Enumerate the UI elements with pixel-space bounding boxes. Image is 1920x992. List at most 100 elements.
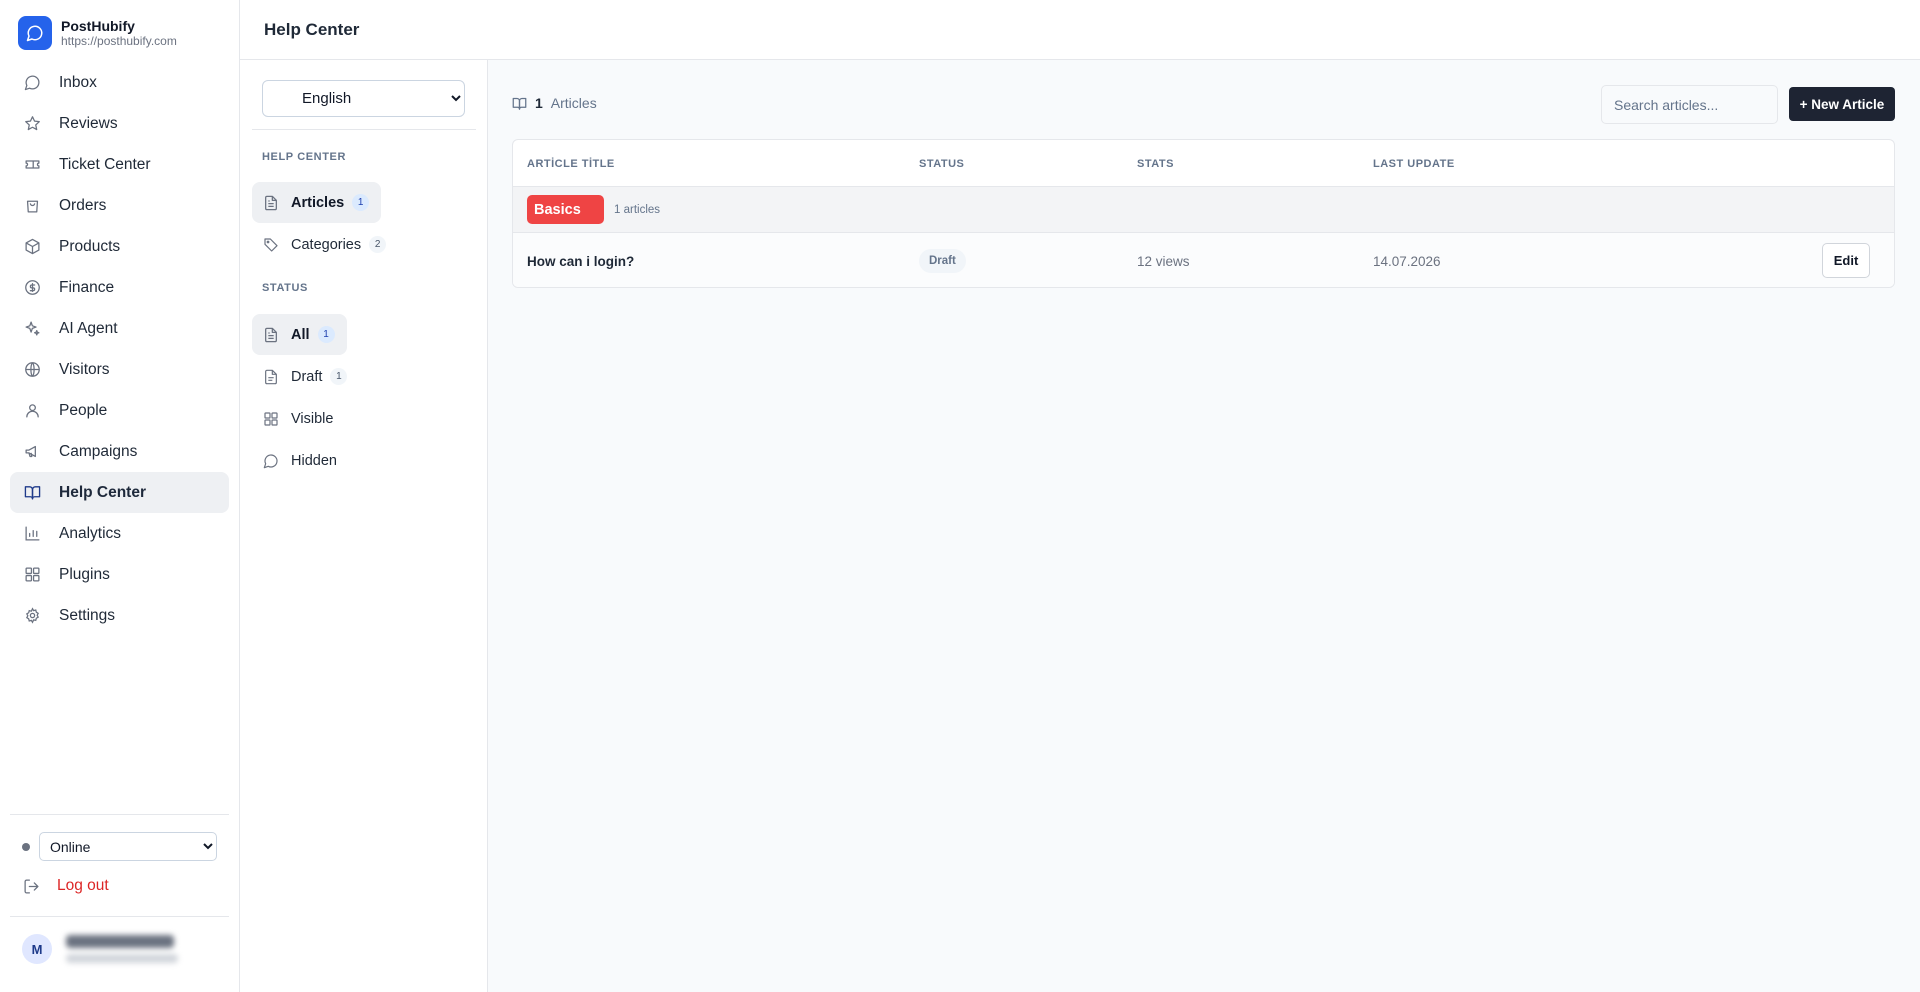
sidebar-item-label: Hidden — [291, 452, 337, 469]
status-select[interactable]: Online — [39, 832, 217, 861]
nav-item-ticket-center[interactable]: Ticket Center — [10, 144, 229, 185]
nav-item-finance[interactable]: Finance — [10, 267, 229, 308]
divider — [252, 129, 476, 130]
table-row[interactable]: How can i login? Draft 12 views 14.07.20… — [513, 233, 1894, 287]
nav-item-settings[interactable]: Settings — [10, 595, 229, 636]
column-header-last-update: LAST UPDATE — [1373, 158, 1455, 170]
nav-item-help-center[interactable]: Help Center — [10, 472, 229, 513]
article-count-label: Articles — [550, 95, 597, 111]
shopping-bag-icon — [23, 197, 41, 215]
category-badge[interactable]: Basics — [527, 195, 604, 224]
nav-item-label: Reviews — [59, 114, 118, 132]
star-icon — [23, 115, 41, 133]
sidebar-item-visible[interactable]: Visible — [252, 398, 345, 439]
nav-item-ai-agent[interactable]: AI Agent — [10, 308, 229, 349]
help-center-sidebar: English HELP CENTER Articles 1 Categorie… — [241, 60, 488, 992]
column-header-title: ARTİCLE TİTLE — [527, 158, 615, 170]
nav-item-analytics[interactable]: Analytics — [10, 513, 229, 554]
nav-item-campaigns[interactable]: Campaigns — [10, 431, 229, 472]
articles-panel: 1 Articles + New Article ARTİCLE TİTLE S… — [488, 60, 1920, 992]
brand-logo-icon — [18, 16, 52, 50]
nav-item-label: Products — [59, 237, 121, 255]
bar-chart-icon — [23, 525, 41, 543]
divider — [10, 916, 229, 917]
message-circle-icon — [263, 453, 279, 469]
nav-item-label: Plugins — [59, 565, 110, 583]
article-count: 1 Articles — [512, 95, 597, 111]
table-header: ARTİCLE TİTLE STATUS STATS LAST UPDATE — [513, 140, 1894, 187]
logout-button[interactable]: Log out — [23, 877, 109, 895]
sidebar-item-label: Visible — [291, 410, 334, 427]
nav-item-people[interactable]: People — [10, 390, 229, 431]
book-open-icon — [23, 484, 41, 502]
package-icon — [23, 238, 41, 256]
nav-item-label: Inbox — [59, 73, 97, 91]
user-profile[interactable]: M — [22, 934, 178, 964]
sidebar-item-label: Articles — [291, 194, 345, 211]
dollar-circle-icon — [23, 279, 41, 297]
sidebar-item-articles[interactable]: Articles 1 — [252, 182, 382, 223]
gear-icon — [23, 607, 41, 625]
sidebar-item-categories[interactable]: Categories 2 — [252, 224, 398, 265]
nav-item-label: AI Agent — [59, 319, 118, 337]
category-group-row: Basics 1 articles — [513, 187, 1894, 233]
availability-status: Online — [22, 832, 217, 861]
blurred-user-info — [66, 935, 178, 963]
nav-item-label: Visitors — [59, 360, 110, 378]
sidebar-item-label: All — [291, 326, 310, 343]
file-icon — [263, 369, 279, 385]
nav-item-reviews[interactable]: Reviews — [10, 103, 229, 144]
page-header: Help Center — [240, 0, 1920, 60]
tag-icon — [263, 237, 279, 253]
article-title[interactable]: How can i login? — [527, 254, 634, 269]
logout-label: Log out — [57, 877, 109, 894]
message-circle-icon — [23, 74, 41, 92]
status-dot-icon — [22, 842, 30, 851]
ticket-icon — [23, 156, 41, 174]
globe-icon — [23, 361, 41, 379]
nav-item-orders[interactable]: Orders — [10, 185, 229, 226]
articles-table: ARTİCLE TİTLE STATUS STATS LAST UPDATE B… — [512, 139, 1895, 288]
nav-item-label: Finance — [59, 278, 115, 296]
column-header-stats: STATS — [1137, 158, 1174, 170]
edit-button[interactable]: Edit — [1822, 243, 1870, 278]
sparkles-icon — [23, 320, 41, 338]
section-heading-help-center: HELP CENTER — [262, 151, 347, 163]
nav-item-plugins[interactable]: Plugins — [10, 554, 229, 595]
sidebar-item-all[interactable]: All 1 — [252, 314, 347, 355]
book-open-icon — [512, 96, 527, 111]
nav-item-visitors[interactable]: Visitors — [10, 349, 229, 390]
nav-item-label: Settings — [59, 606, 116, 624]
language-select[interactable]: English — [262, 80, 465, 117]
count-badge: 1 — [352, 194, 370, 211]
nav-item-label: Ticket Center — [59, 155, 151, 173]
nav-item-products[interactable]: Products — [10, 226, 229, 267]
brand[interactable]: PostHubify https://posthubify.com — [18, 16, 177, 50]
grid-icon — [263, 411, 279, 427]
sidebar-item-label: Categories — [291, 236, 362, 253]
sidebar-item-label: Draft — [291, 368, 323, 385]
page-title: Help Center — [264, 20, 360, 39]
file-text-icon — [263, 195, 279, 211]
article-views: 12 views — [1137, 254, 1190, 269]
brand-name: PostHubify — [61, 18, 135, 34]
search-input[interactable] — [1601, 85, 1778, 124]
brand-url: https://posthubify.com — [61, 34, 177, 48]
category-article-count: 1 articles — [614, 204, 661, 216]
nav-item-inbox[interactable]: Inbox — [10, 62, 229, 103]
column-header-status: STATUS — [919, 158, 965, 170]
nav-item-label: Analytics — [59, 524, 122, 542]
sidebar-item-draft[interactable]: Draft 1 — [252, 356, 359, 397]
count-badge: 2 — [369, 236, 387, 253]
file-text-icon — [263, 327, 279, 343]
nav-item-label: Help Center — [59, 483, 146, 501]
nav-item-label: People — [59, 401, 108, 419]
logout-icon — [23, 878, 40, 895]
main-sidebar: PostHubify https://posthubify.com Inbox … — [0, 0, 240, 992]
count-badge: 1 — [317, 326, 335, 343]
megaphone-icon — [23, 443, 41, 461]
sidebar-item-hidden[interactable]: Hidden — [252, 440, 349, 481]
nav-list: Inbox Reviews Ticket Center Orders Produ… — [10, 62, 229, 636]
new-article-button[interactable]: + New Article — [1789, 87, 1895, 121]
divider — [10, 814, 229, 815]
